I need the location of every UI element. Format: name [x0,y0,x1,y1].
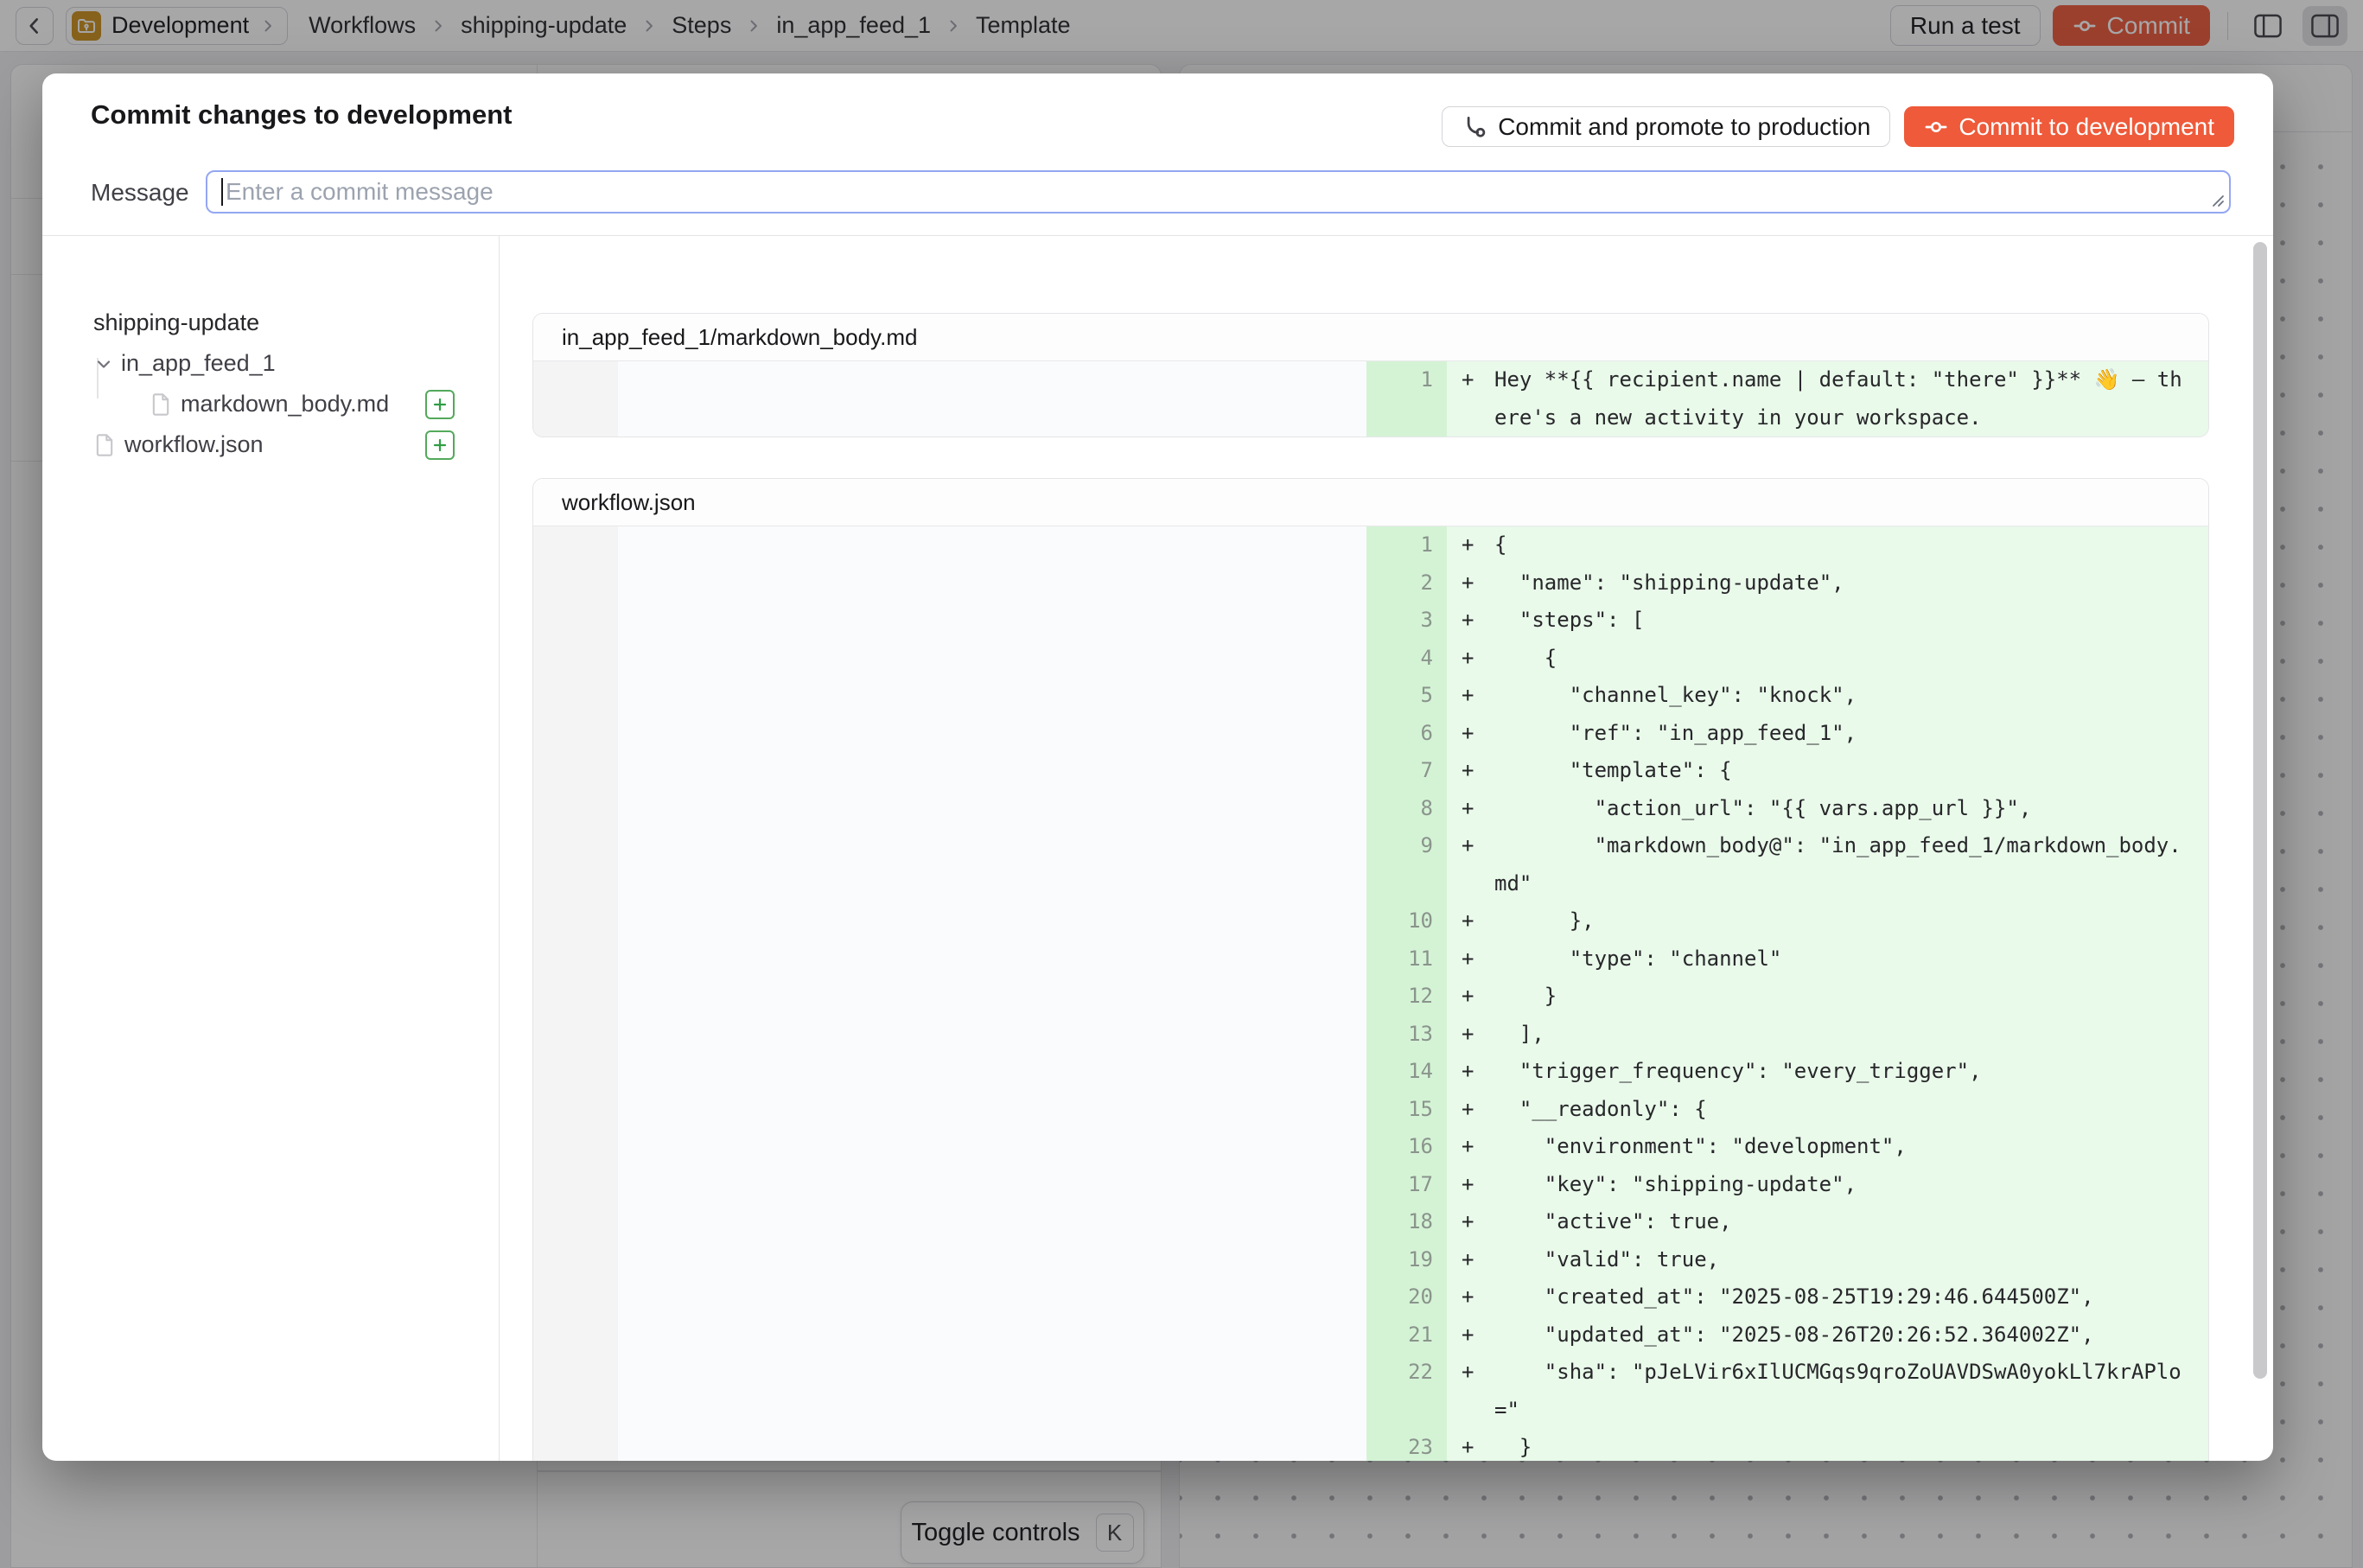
chevron-down-icon[interactable] [93,354,114,374]
modal-title: Commit changes to development [91,99,512,131]
diff-line: 10+ }, [533,902,2208,940]
diff-lines: 1+Hey **{{ recipient.name | default: "th… [533,361,2208,437]
diff-line: 19+ "valid": true, [533,1241,2208,1279]
screen: Development Workflows shipping-update St… [0,0,2363,1568]
diff-line: 23+ } [533,1429,2208,1461]
diff-line: 1+{ [533,526,2208,564]
diff-line: 11+ "type": "channel" [533,940,2208,978]
diff-line: 1+Hey **{{ recipient.name | default: "th… [533,361,2208,437]
diff-added-badge [425,390,455,419]
changed-files-sidebar: shipping-update in_app_feed_1 markdown_b… [42,236,499,1461]
diff-line: 7+ "template": { [533,752,2208,790]
diff-file-name: workflow.json [562,489,696,516]
diff-file-header: in_app_feed_1/markdown_body.md [533,314,2208,361]
diff-line: 2+ "name": "shipping-update", [533,564,2208,602]
commit-icon [1924,115,1948,139]
diff-line: 22+ "sha": "pJeLVir6xIlUCMGqs9qroZoUAVDS… [533,1354,2208,1429]
text-cursor [221,178,223,206]
file-tree: shipping-update in_app_feed_1 markdown_b… [42,303,499,465]
diff-line: 9+ "markdown_body@": "in_app_feed_1/mark… [533,827,2208,902]
commit-message-placeholder: Enter a commit message [226,178,494,206]
diff-card-workflow-json: workflow.json 1+{2+ "name": "shipping-up… [532,478,2209,1461]
diff-lines: 1+{2+ "name": "shipping-update",3+ "step… [533,526,2208,1461]
modal-scrollbar[interactable] [2253,242,2267,1379]
diff-line: 21+ "updated_at": "2025-08-26T20:26:52.3… [533,1316,2208,1354]
file-icon [93,433,116,457]
diff-line: 6+ "ref": "in_app_feed_1", [533,715,2208,753]
diff-file-name: in_app_feed_1/markdown_body.md [562,324,917,351]
diff-line: 8+ "action_url": "{{ vars.app_url }}", [533,790,2208,828]
diff-line: 4+ { [533,640,2208,678]
diff-line: 18+ "active": true, [533,1203,2208,1241]
diff-line: 3+ "steps": [ [533,602,2208,640]
commit-and-promote-button[interactable]: Commit and promote to production [1442,106,1890,147]
tree-item-markdown-body[interactable]: markdown_body.md [42,384,499,424]
resize-grip-icon[interactable] [2207,189,2226,208]
promote-branch-icon [1462,114,1487,140]
commit-modal: Commit changes to development Commit and… [42,73,2273,1461]
tree-item-workflow-root[interactable]: shipping-update [42,303,499,343]
diff-added-badge [425,430,455,460]
commit-to-development-button[interactable]: Commit to development [1904,106,2234,147]
commit-message-input[interactable]: Enter a commit message [206,170,2231,214]
file-icon [150,392,172,417]
diff-line: 14+ "trigger_frequency": "every_trigger"… [533,1053,2208,1091]
modal-header: Commit changes to development Commit and… [42,73,2273,236]
diff-line: 15+ "__readonly": { [533,1091,2208,1129]
message-label: Message [91,179,189,207]
diff-line: 16+ "environment": "development", [533,1128,2208,1166]
diff-panel: in_app_feed_1/markdown_body.md 1+Hey **{… [500,236,2273,1461]
diff-file-header: workflow.json [533,479,2208,526]
tree-item-step[interactable]: in_app_feed_1 [42,343,499,384]
diff-line: 13+ ], [533,1016,2208,1054]
diff-line: 5+ "channel_key": "knock", [533,677,2208,715]
diff-line: 17+ "key": "shipping-update", [533,1166,2208,1204]
diff-line: 20+ "created_at": "2025-08-25T19:29:46.6… [533,1278,2208,1316]
tree-item-workflow-json[interactable]: workflow.json [42,424,499,465]
diff-line: 12+ } [533,978,2208,1016]
diff-card-markdown-body: in_app_feed_1/markdown_body.md 1+Hey **{… [532,313,2209,437]
modal-body: shipping-update in_app_feed_1 markdown_b… [42,236,2273,1461]
